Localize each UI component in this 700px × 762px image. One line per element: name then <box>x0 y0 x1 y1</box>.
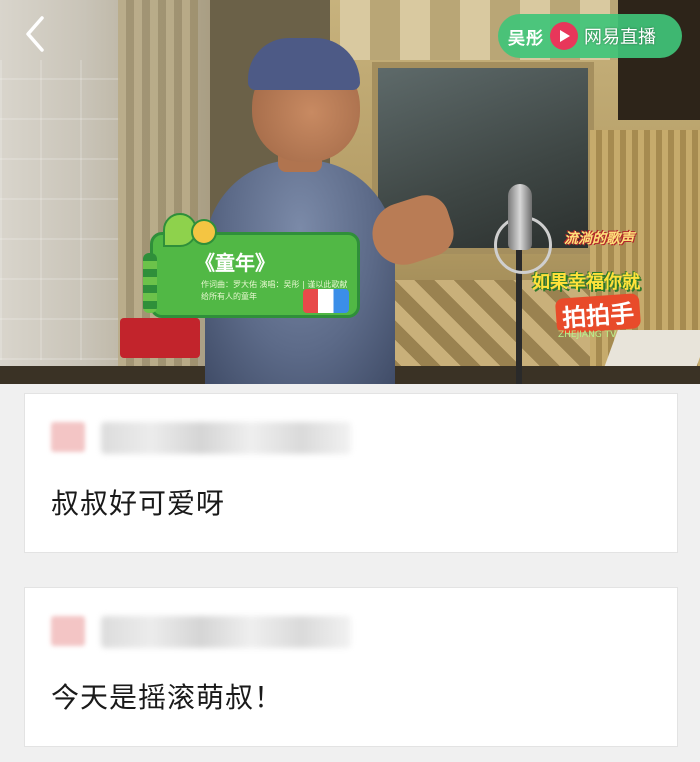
logo-right-text: 网易直播 <box>584 27 656 47</box>
leaves-icon <box>143 253 157 313</box>
red-chair <box>120 318 200 358</box>
show-clap-text: 拍拍手 <box>554 293 642 334</box>
show-slogan: 如果幸福你就 <box>532 272 640 293</box>
song-title: 《童年》 <box>195 251 275 275</box>
comment-text: 叔叔好可爱呀 <box>51 487 226 520</box>
flower-icon <box>191 219 217 245</box>
logo-left-text: 吴彤 <box>508 28 544 48</box>
chevron-left-icon <box>26 16 44 52</box>
song-info-card: 《童年》 作词曲：罗大佑 演唱：吴彤 | 谨以此歌献给所有人的童年 <box>143 213 360 318</box>
avatar <box>51 616 85 646</box>
children-icon <box>303 289 349 313</box>
comment-card[interactable]: 叔叔好可爱呀 <box>24 393 678 553</box>
netease-live-logo: 吴彤 网易直播 <box>498 14 682 58</box>
show-name: 流淌的歌声 <box>564 231 634 247</box>
comment-card[interactable]: 今天是摇滚萌叔！ <box>24 587 678 747</box>
play-circle-icon <box>550 22 578 50</box>
acoustic-panel <box>0 60 120 360</box>
comment-username <box>101 422 351 454</box>
live-stream-page: 《童年》 作词曲：罗大佑 演唱：吴彤 | 谨以此歌献给所有人的童年 流淌的歌声 … <box>0 0 700 762</box>
comment-username <box>101 616 351 648</box>
back-button[interactable] <box>18 14 54 54</box>
comment-text: 今天是摇滚萌叔！ <box>51 681 284 714</box>
show-logo: 流淌的歌声 如果幸福你就 拍拍手 ZHEJIANG TV <box>528 222 668 352</box>
avatar <box>51 422 85 452</box>
show-tagline: ZHEJIANG TV <box>558 330 617 340</box>
